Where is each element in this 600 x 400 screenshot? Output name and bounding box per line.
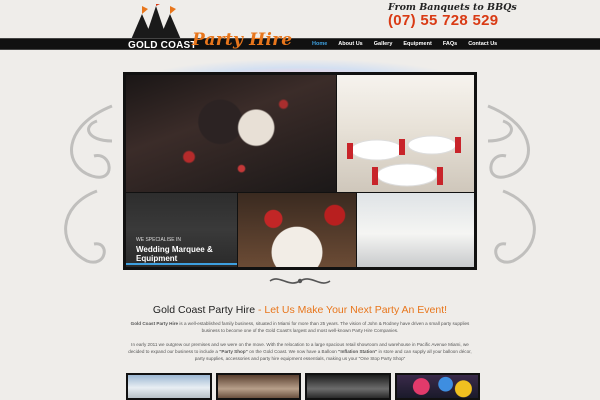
main-nav: Home About Us Gallery Equipment FAQs Con… (312, 38, 497, 50)
site-logo[interactable]: GOLD COAST Party Hire (120, 4, 300, 51)
logo-gold-coast: GOLD COAST (128, 40, 197, 51)
phone-number[interactable]: (07) 55 728 529 (388, 12, 498, 29)
intro-paragraph-1: Gold Coast Party Hire is a well-establis… (126, 320, 474, 334)
specialise-label: WE SPECIALISE IN (136, 237, 182, 243)
gallery-thumbnails (126, 373, 480, 400)
specialise-underline (126, 263, 237, 265)
nav-home[interactable]: Home (312, 41, 327, 47)
table-setting-photo (357, 193, 474, 267)
nav-faqs[interactable]: FAQs (443, 41, 457, 47)
nav-gallery[interactable]: Gallery (374, 41, 393, 47)
divider-ornament (269, 278, 331, 284)
marquee-interior-photo (337, 75, 474, 192)
thumbnail-dining[interactable] (215, 373, 301, 400)
headline-main: Gold Coast Party Hire (152, 304, 256, 316)
nav-contact-us[interactable]: Contact Us (468, 41, 497, 47)
right-swirl-ornament (487, 104, 536, 264)
p2-party-shop: "Party Shop" (219, 349, 248, 354)
left-swirl-ornament (64, 104, 113, 264)
thumbnail-marquee[interactable] (126, 373, 212, 400)
p2-c: on the Gold Coast. We now have a Balloon (247, 349, 339, 354)
p2-inflation-station: "Inflation Station" (338, 349, 378, 354)
specialise-title: Wedding Marquee & Equipment (136, 245, 213, 263)
thumbnail-chairs[interactable] (305, 373, 391, 400)
intro-paragraph-2: In early 2011 we outgrew our premises an… (126, 341, 474, 362)
nav-equipment[interactable]: Equipment (403, 41, 431, 47)
banquet-tables-illustration (347, 135, 461, 187)
specialise-banner[interactable]: WE SPECIALISE IN Wedding Marquee & Equip… (126, 193, 237, 267)
hero-collage: WE SPECIALISE IN Wedding Marquee & Equip… (123, 72, 477, 270)
intro-bold: Gold Coast Party Hire (130, 321, 179, 326)
logo-party-hire: Party Hire (192, 30, 293, 50)
headline-accent: - Let Us Make Your Next Party An Event! (257, 304, 448, 316)
intro-rest: is a well-established family business, s… (178, 321, 470, 333)
nav-about-us[interactable]: About Us (338, 41, 362, 47)
thumbnail-balloons[interactable] (394, 373, 480, 400)
tent-icon (130, 4, 182, 42)
nav-bar (0, 38, 600, 50)
wedding-couple-photo (126, 75, 336, 192)
page-headline: Gold Coast Party Hire - Let Us Make Your… (0, 304, 600, 316)
roses-table-photo (238, 193, 356, 267)
